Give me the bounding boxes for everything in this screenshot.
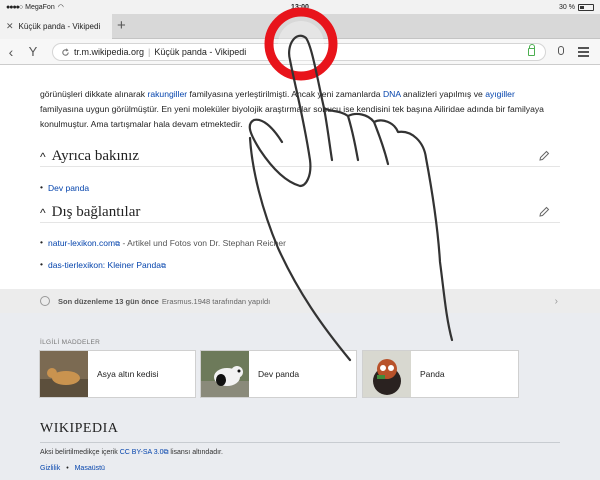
related-card-panda[interactable]: Panda — [362, 350, 519, 398]
tab-strip: ✕ Küçük panda - Vikipedi + — [0, 14, 600, 39]
link-dna[interactable]: DNA — [383, 89, 401, 99]
wikipedia-logo[interactable]: WIKIPEDIA — [40, 421, 118, 437]
link-das-tierlexikon[interactable]: das-tierlexikon: Kleiner Panda — [48, 260, 161, 270]
intro-text-3: analizleri yapılmış ve — [400, 89, 486, 99]
url-domain: tr.m.wikipedia.org — [74, 47, 145, 57]
browser-toolbar: ‹ Y tr.m.wikipedia.org | Küçük panda - V… — [0, 39, 600, 65]
new-tab-button[interactable]: + — [117, 17, 126, 34]
card-label: Panda — [420, 369, 445, 379]
last-edited-bar[interactable]: Son düzenleme 13 gün önce Erasmus.1948 t… — [0, 289, 600, 313]
battery-status: 30 % — [559, 3, 594, 11]
clock: 13:00 — [291, 3, 309, 11]
menu-icon[interactable] — [578, 47, 589, 59]
related-heading: İLGİLİ MADDELER — [40, 339, 101, 346]
yandex-icon[interactable]: Y — [22, 44, 44, 59]
card-label: Dev panda — [258, 369, 300, 379]
url-page-title: Küçük panda - Vikipedi — [154, 47, 247, 57]
status-bar: ●●●●○ MegaFon ◠ 13:00 30 % — [0, 0, 600, 14]
section-title: Dış bağlantılar — [51, 204, 141, 220]
url-separator: | — [148, 47, 151, 57]
cat-thumbnail — [40, 351, 88, 397]
giant-panda-thumbnail — [201, 351, 249, 397]
link-privacy[interactable]: Gizlilik — [40, 465, 60, 472]
link-ayigiller[interactable]: ayıgiller — [485, 89, 515, 99]
list-item: natur-lexikon.com⧉ - Artikel und Fotos v… — [40, 237, 286, 249]
intro-text-2: familyasına yerleştirilmişti. Ancak yeni… — [187, 89, 383, 99]
list-item: das-tierlexikon: Kleiner Panda⧉ — [40, 259, 286, 271]
link-dev-panda[interactable]: Dev panda — [48, 183, 89, 193]
footer-divider — [40, 442, 560, 443]
collapse-caret-icon[interactable]: ^ — [40, 206, 46, 220]
collapse-caret-icon[interactable]: ^ — [40, 150, 46, 164]
related-card-dev-panda[interactable]: Dev panda — [200, 350, 357, 398]
edit-pencil-icon[interactable] — [538, 206, 550, 218]
section-see-also[interactable]: ^ Ayrıca bakınız — [40, 147, 560, 167]
license-prefix: Aksi belirtilmedikçe içerik — [40, 449, 120, 456]
battery-icon — [578, 3, 594, 11]
last-edited-label: Son düzenleme 13 gün önce — [58, 296, 159, 306]
link-cc-by-sa[interactable]: CC BY-SA 3.0 — [120, 449, 164, 456]
last-edited-user: Erasmus.1948 tarafından yapıldı — [161, 296, 271, 306]
section-external-links[interactable]: ^ Dış bağlantılar — [40, 203, 560, 223]
card-label: Asya altın kedisi — [97, 369, 159, 379]
link-desktop[interactable]: Masaüstü — [75, 465, 105, 472]
link-natur-lexikon[interactable]: natur-lexikon.com — [48, 238, 115, 248]
tab-kucuk-panda[interactable]: ✕ Küçük panda - Vikipedi — [0, 14, 112, 39]
history-clock-icon — [40, 296, 50, 306]
red-panda-thumbnail — [363, 351, 411, 397]
tab-title: Küçük panda - Vikipedi — [18, 22, 101, 31]
close-tab-icon[interactable]: ✕ — [6, 21, 14, 32]
footer-dot: • — [66, 465, 69, 472]
link-description: - Artikel und Fotos von Dr. Stephan Reic… — [120, 238, 286, 248]
footer-links: Gizlilik • Masaüstü — [40, 465, 105, 472]
address-bar[interactable]: tr.m.wikipedia.org | Küçük panda - Vikip… — [52, 43, 546, 61]
microphone-icon[interactable] — [558, 46, 564, 55]
external-link-icon: ⧉ — [160, 263, 166, 270]
intro-text-4: familyasına uygun görülmüştür. En yeni m… — [40, 104, 544, 129]
reload-icon[interactable] — [61, 47, 70, 57]
battery-percent: 30 % — [559, 3, 575, 11]
list-item: Dev panda — [40, 182, 89, 193]
article-intro: görünüşleri dikkate alınarak rakungiller… — [0, 65, 600, 132]
see-also-list: Dev panda — [40, 182, 89, 204]
intro-text-1: görünüşleri dikkate alınarak — [40, 89, 148, 99]
section-title: Ayrıca bakınız — [51, 148, 139, 164]
back-button[interactable]: ‹ — [0, 44, 22, 60]
license-text: Aksi belirtilmedikçe içerik CC BY-SA 3.0… — [40, 449, 223, 457]
related-card-asya-altin-kedisi[interactable]: Asya altın kedisi — [39, 350, 196, 398]
external-links-list: natur-lexikon.com ⧉ - Artikel und Fotos v… — [40, 237, 286, 282]
chevron-right-icon[interactable]: › — [555, 296, 558, 307]
lock-icon — [528, 44, 535, 56]
license-suffix: lisansı altındadır. — [168, 449, 223, 456]
edit-pencil-icon[interactable] — [538, 150, 550, 162]
link-rakungiller[interactable]: rakungiller — [147, 89, 187, 99]
